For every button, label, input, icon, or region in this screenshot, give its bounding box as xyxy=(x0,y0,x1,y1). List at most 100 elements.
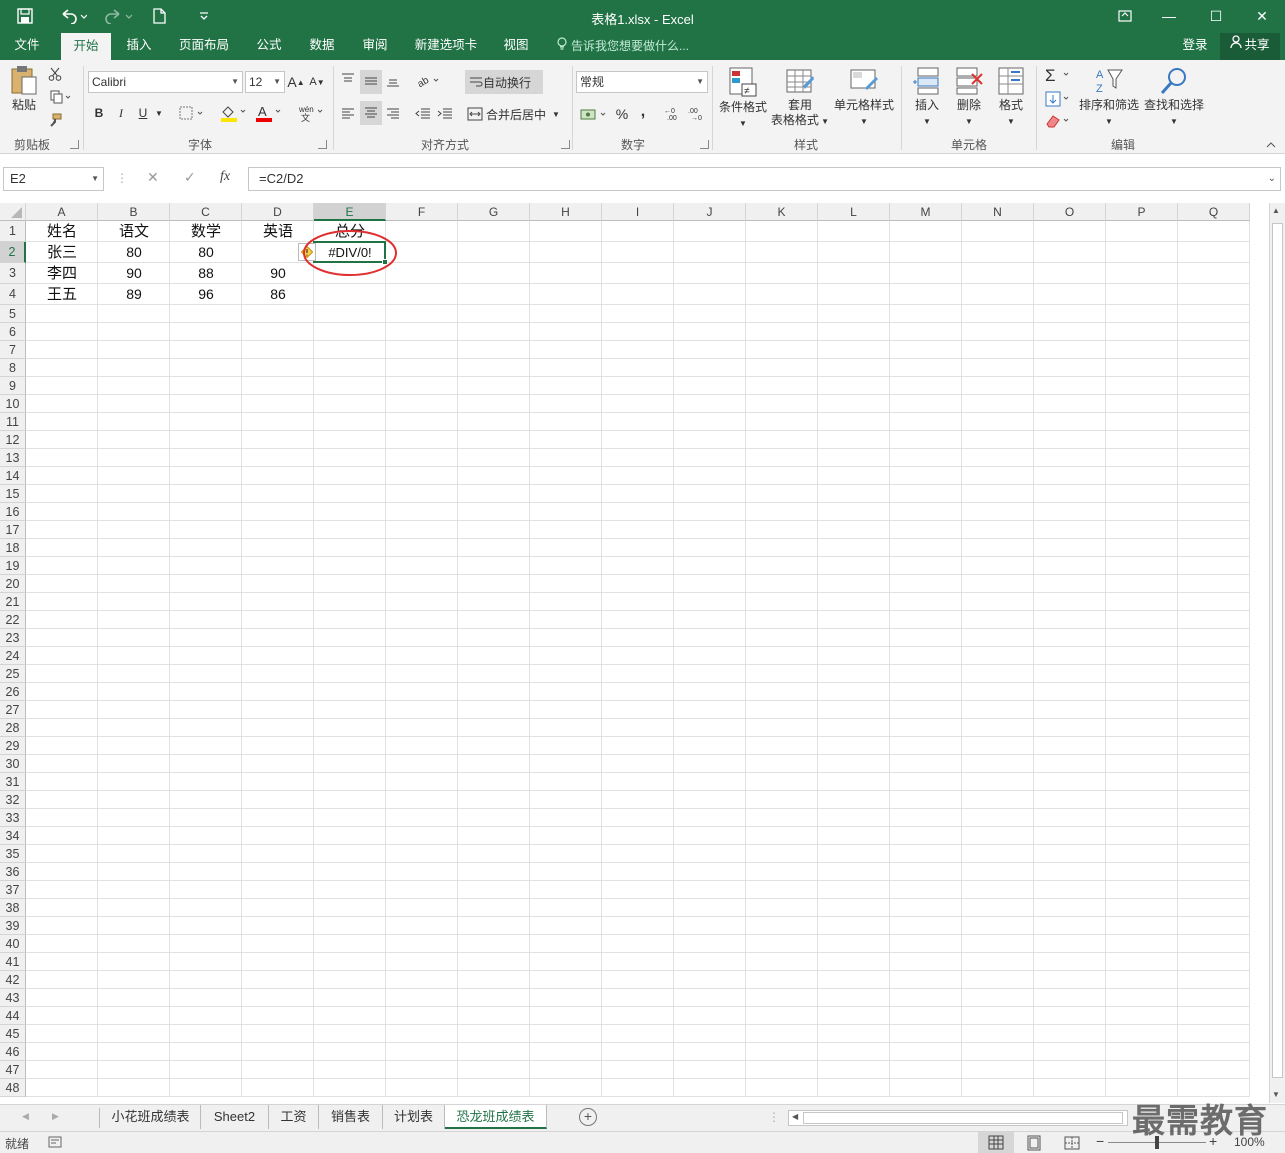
insert-cells-button[interactable]: 插入 ▼ xyxy=(906,66,948,129)
row-header[interactable]: 47 xyxy=(0,1061,26,1079)
delete-cells-button[interactable]: 删除 ▼ xyxy=(948,66,990,129)
fill-color-icon[interactable] xyxy=(218,103,250,123)
scrollbar-thumb[interactable] xyxy=(1272,223,1283,1078)
column-header-n[interactable]: N xyxy=(962,203,1034,221)
next-sheet-icon[interactable]: ▶ xyxy=(52,1111,59,1122)
row-header[interactable]: 43 xyxy=(0,989,26,1007)
cell-c3[interactable]: 88 xyxy=(170,263,242,284)
row-header[interactable]: 34 xyxy=(0,827,26,845)
page-break-view-icon[interactable] xyxy=(1064,1135,1080,1153)
normal-view-icon[interactable] xyxy=(978,1132,1014,1153)
row-header[interactable]: 5 xyxy=(0,305,26,323)
column-header-d[interactable]: D xyxy=(242,203,314,221)
find-select-button[interactable]: 查找和选择 ▼ xyxy=(1142,66,1206,129)
login-link[interactable]: 登录 xyxy=(1176,33,1214,60)
cell-b1[interactable]: 语文 xyxy=(98,221,170,242)
row-header[interactable]: 36 xyxy=(0,863,26,881)
alignment-launcher-icon[interactable] xyxy=(561,140,570,149)
maximize-button[interactable]: ☐ xyxy=(1194,2,1238,30)
align-center-icon[interactable] xyxy=(360,101,382,125)
cell-styles-button[interactable]: 单元格样式 ▼ xyxy=(832,66,896,129)
spreadsheet-grid[interactable]: A B C D E F G H I J K L M N O P Q 1 2 3 4 5 6 7 8 9 10 11 12 13 14 15 16… xyxy=(0,203,1269,1103)
row-header[interactable]: 17 xyxy=(0,521,26,539)
tab-insert[interactable]: 插入 xyxy=(117,33,161,60)
row-header[interactable]: 1 xyxy=(0,221,26,242)
row-header[interactable]: 42 xyxy=(0,971,26,989)
row-header[interactable]: 10 xyxy=(0,395,26,413)
row-header[interactable]: 16 xyxy=(0,503,26,521)
border-icon[interactable] xyxy=(176,103,208,123)
column-header-a[interactable]: A xyxy=(26,203,98,221)
row-header[interactable]: 15 xyxy=(0,485,26,503)
row-header[interactable]: 22 xyxy=(0,611,26,629)
row-header[interactable]: 11 xyxy=(0,413,26,431)
macro-record-icon[interactable] xyxy=(48,1135,62,1152)
cell-b4[interactable]: 89 xyxy=(98,284,170,305)
cell-a1[interactable]: 姓名 xyxy=(26,221,98,242)
tab-new[interactable]: 新建选项卡 xyxy=(408,33,484,60)
merge-center-button[interactable]: 合并后居中 ▼ xyxy=(467,104,567,124)
column-header-p[interactable]: P xyxy=(1106,203,1178,221)
grow-font-button[interactable]: A ▲ xyxy=(287,72,304,92)
row-header[interactable]: 31 xyxy=(0,773,26,791)
row-header[interactable]: 35 xyxy=(0,845,26,863)
cell-b3[interactable]: 90 xyxy=(98,263,170,284)
chevron-down-icon[interactable]: ▼ xyxy=(153,103,165,123)
row-header[interactable]: 2 xyxy=(0,242,26,263)
clipboard-launcher-icon[interactable] xyxy=(70,140,79,149)
number-format-combo[interactable]: 常规 ▼ xyxy=(576,71,708,93)
font-size-combo[interactable]: 12 ▼ xyxy=(245,71,285,93)
row-header[interactable]: 26 xyxy=(0,683,26,701)
tab-file[interactable]: 文件 xyxy=(4,33,50,60)
tab-view[interactable]: 视图 xyxy=(494,33,538,60)
phonetic-icon[interactable]: wén 文 xyxy=(295,103,327,123)
tab-data[interactable]: 数据 xyxy=(300,33,344,60)
sort-filter-button[interactable]: AZ 排序和筛选 ▼ xyxy=(1078,66,1140,129)
sheet-tab[interactable]: Sheet2 xyxy=(201,1105,269,1129)
align-top-icon[interactable] xyxy=(339,70,357,90)
tab-formulas[interactable]: 公式 xyxy=(247,33,291,60)
sheet-tab[interactable]: 计划表 xyxy=(383,1105,445,1129)
row-header[interactable]: 19 xyxy=(0,557,26,575)
row-header[interactable]: 27 xyxy=(0,701,26,719)
format-painter-icon[interactable] xyxy=(46,110,64,130)
row-header[interactable]: 14 xyxy=(0,467,26,485)
row-header[interactable]: 4 xyxy=(0,284,26,305)
save-icon[interactable] xyxy=(14,6,36,26)
row-header[interactable]: 33 xyxy=(0,809,26,827)
sheet-tab[interactable]: 工资 xyxy=(269,1105,319,1129)
row-header[interactable]: 13 xyxy=(0,449,26,467)
bold-button[interactable]: B xyxy=(90,103,108,123)
column-header-h[interactable]: H xyxy=(530,203,602,221)
scroll-down-icon[interactable]: ▼ xyxy=(1272,1090,1280,1099)
row-header[interactable]: 30 xyxy=(0,755,26,773)
decrease-indent-icon[interactable] xyxy=(414,104,432,124)
add-sheet-icon[interactable]: + xyxy=(579,1108,597,1126)
row-header[interactable]: 23 xyxy=(0,629,26,647)
collapse-ribbon-icon[interactable] xyxy=(1264,140,1278,150)
select-all-button[interactable] xyxy=(0,203,26,221)
row-header[interactable]: 9 xyxy=(0,377,26,395)
sheet-tab-active[interactable]: 恐龙班成绩表 xyxy=(445,1105,547,1129)
column-header-f[interactable]: F xyxy=(386,203,458,221)
row-header[interactable]: 29 xyxy=(0,737,26,755)
cell-a3[interactable]: 李四 xyxy=(26,263,98,284)
italic-button[interactable]: I xyxy=(112,103,130,123)
customize-toolbar-icon[interactable] xyxy=(196,6,212,26)
row-header[interactable]: 25 xyxy=(0,665,26,683)
row-header[interactable]: 32 xyxy=(0,791,26,809)
column-header-g[interactable]: G xyxy=(458,203,530,221)
font-launcher-icon[interactable] xyxy=(318,140,327,149)
copy-icon[interactable] xyxy=(46,87,76,107)
row-header[interactable]: 41 xyxy=(0,953,26,971)
horizontal-scrollbar[interactable]: ◀ xyxy=(788,1110,1128,1126)
enter-icon[interactable]: ✓ xyxy=(184,169,196,186)
tab-review[interactable]: 审阅 xyxy=(353,33,397,60)
scroll-up-icon[interactable]: ▲ xyxy=(1272,206,1280,215)
cell-c1[interactable]: 数学 xyxy=(170,221,242,242)
font-color-icon[interactable]: A xyxy=(253,103,285,123)
currency-icon[interactable] xyxy=(578,104,610,124)
row-header[interactable]: 44 xyxy=(0,1007,26,1025)
conditional-format-button[interactable]: ≠ 条件格式 ▼ xyxy=(716,66,770,131)
column-header-i[interactable]: I xyxy=(602,203,674,221)
